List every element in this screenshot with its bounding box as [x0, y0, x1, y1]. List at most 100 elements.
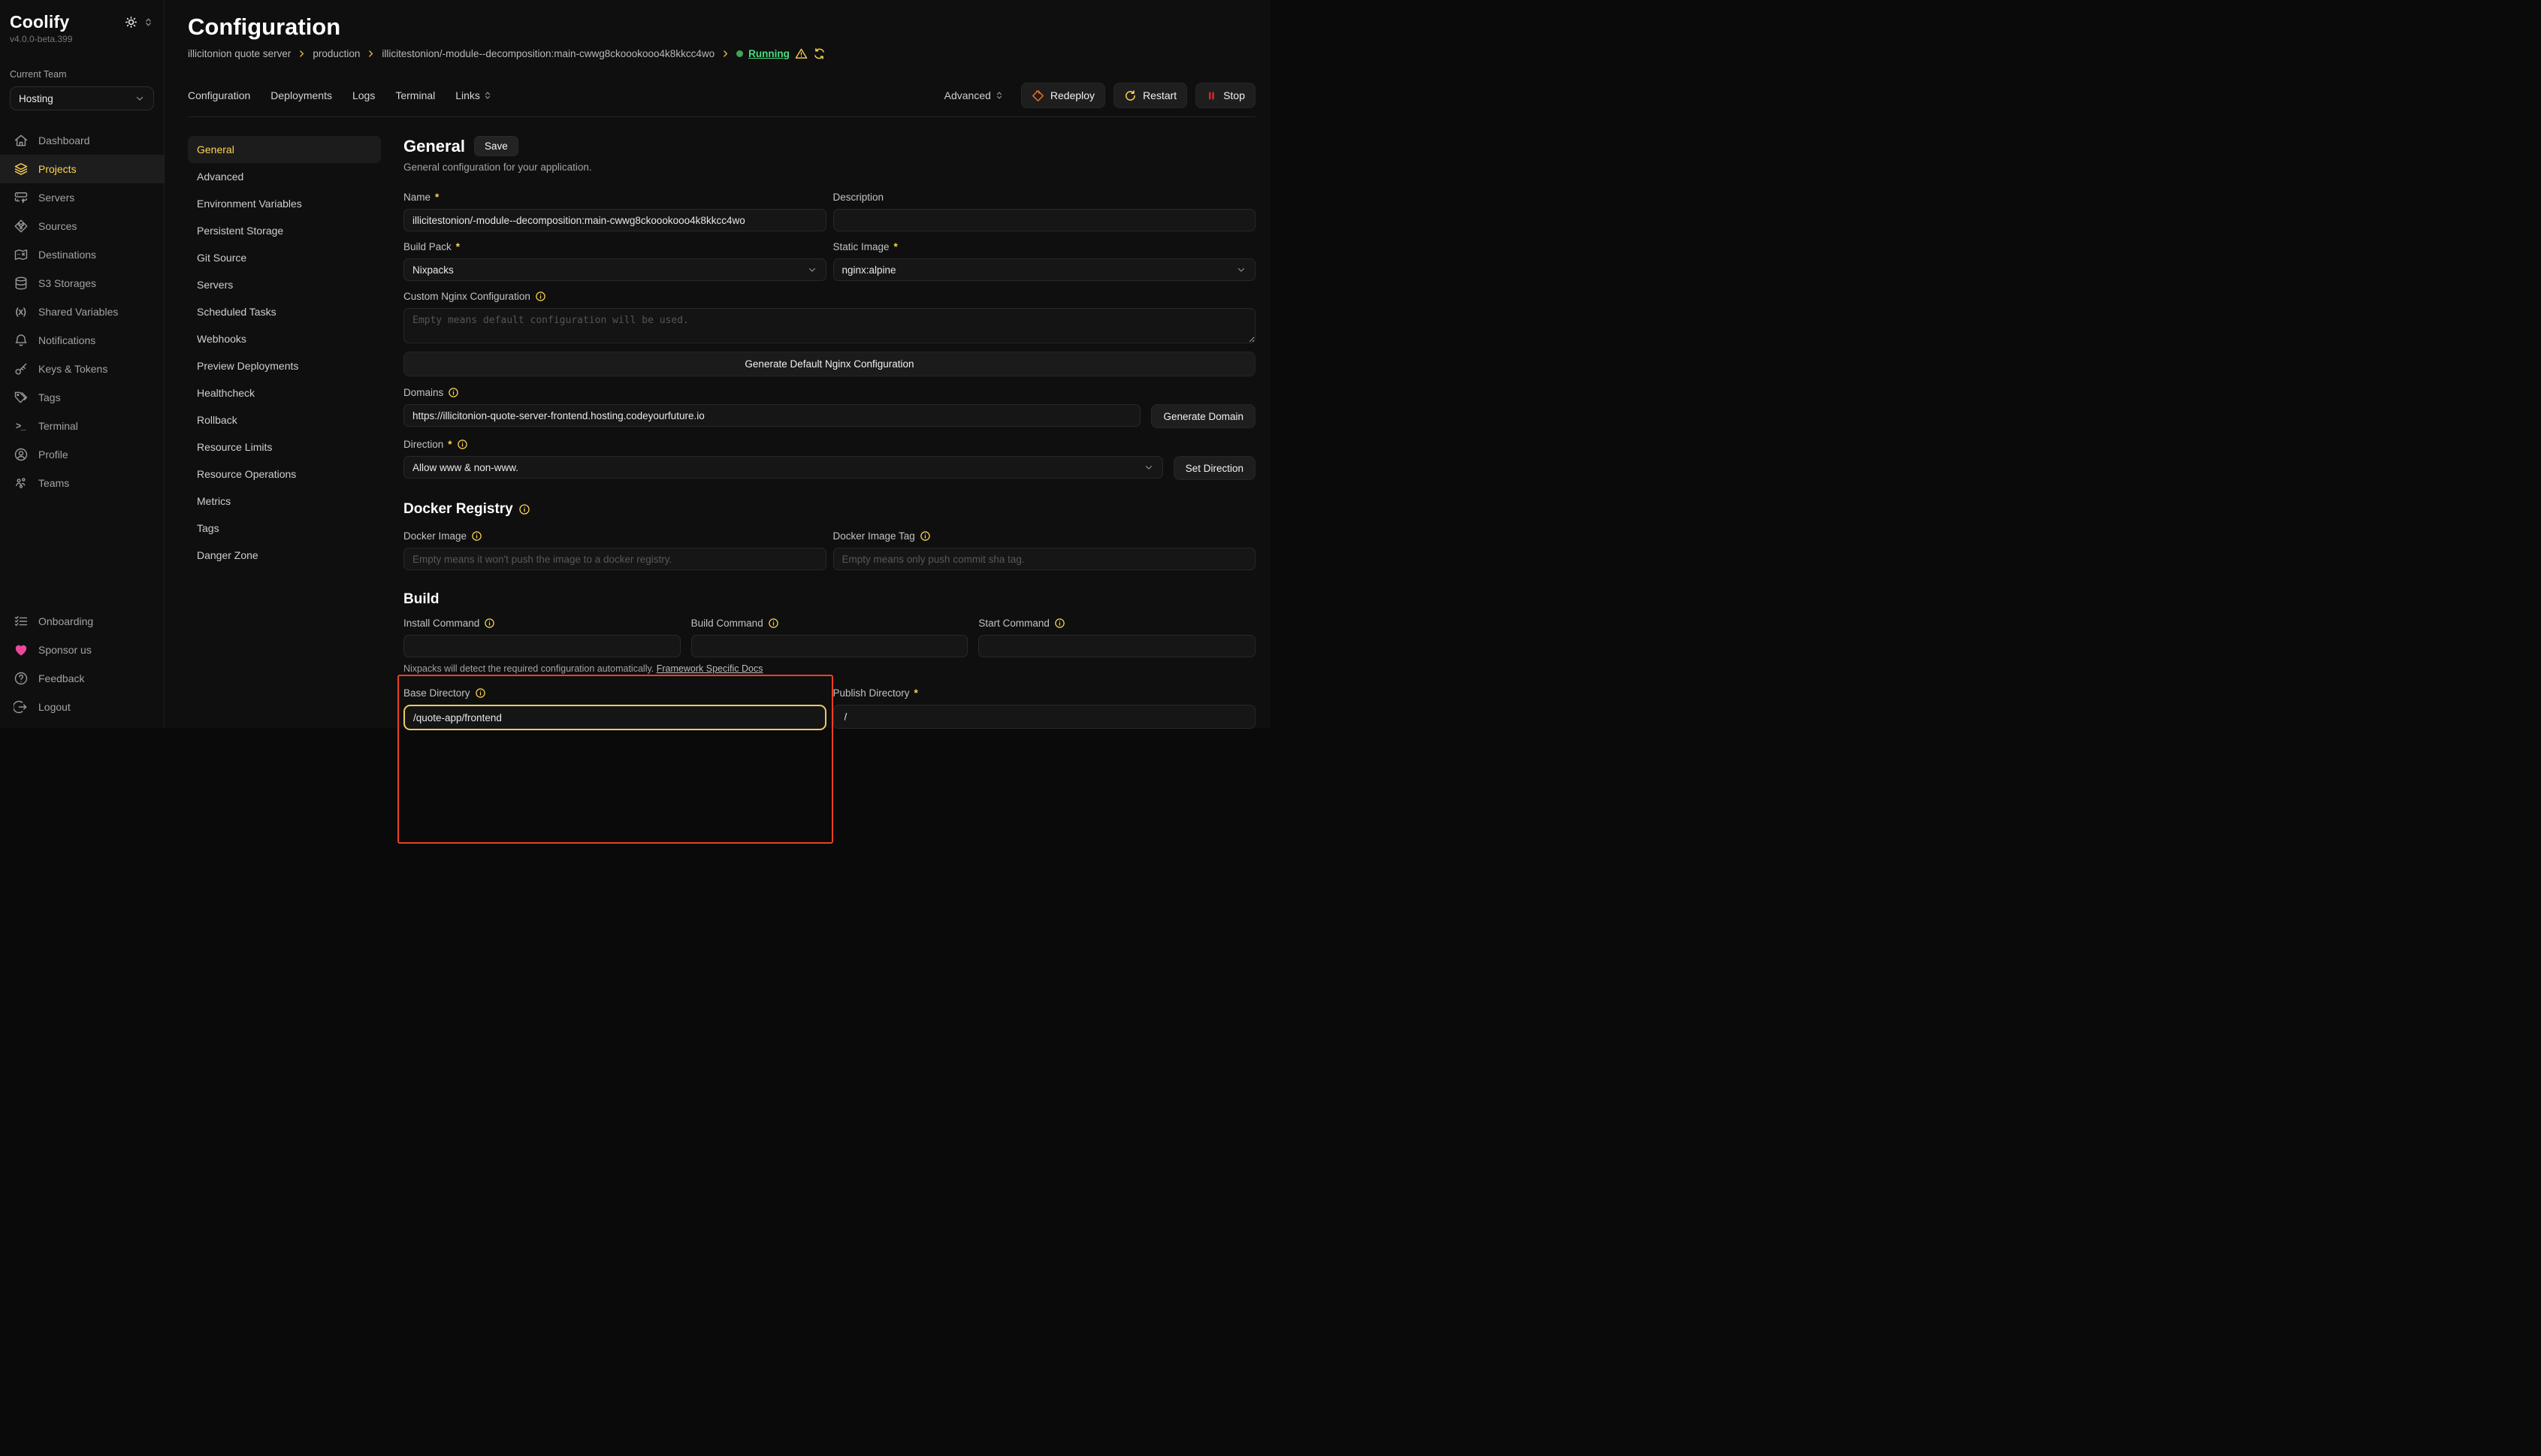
info-icon[interactable] — [518, 503, 530, 515]
sidebar-item-tags[interactable]: Tags — [0, 383, 164, 412]
build-pack-select[interactable]: Nixpacks — [403, 258, 826, 281]
start-command-input[interactable] — [978, 635, 1255, 657]
info-icon[interactable] — [448, 387, 459, 398]
subnav-item-resource-operations[interactable]: Resource Operations — [188, 461, 381, 488]
advanced-toggle[interactable]: Advanced — [944, 89, 1004, 101]
sidebar-item-logout[interactable]: Logout — [0, 693, 164, 721]
sidebar-item-label: Shared Variables — [38, 306, 118, 318]
custom-nginx-textarea[interactable] — [403, 308, 1255, 343]
subnav-item-persistent-storage[interactable]: Persistent Storage — [188, 217, 381, 244]
subnav-item-servers[interactable]: Servers — [188, 271, 381, 298]
install-command-field-block: Install Command — [403, 617, 681, 657]
sidebar-item-terminal[interactable]: >_ Terminal — [0, 412, 164, 440]
info-icon[interactable] — [457, 439, 468, 450]
sidebar-item-feedback[interactable]: Feedback — [0, 664, 164, 693]
info-icon[interactable] — [471, 530, 482, 542]
subnav-item-tags[interactable]: Tags — [188, 515, 381, 542]
docker-image-label: Docker Image — [403, 530, 467, 542]
sidebar-item-keys-tokens[interactable]: Keys & Tokens — [0, 355, 164, 383]
subnav-item-metrics[interactable]: Metrics — [188, 488, 381, 515]
subnav-item-general[interactable]: General — [188, 136, 381, 163]
redeploy-button[interactable]: Redeploy — [1021, 83, 1105, 108]
theme-toggle-sun-icon[interactable] — [125, 16, 137, 29]
theme-select-chevrons-icon[interactable] — [144, 17, 153, 28]
docker-image-tag-label: Docker Image Tag — [833, 530, 915, 542]
team-select[interactable]: Hosting — [10, 86, 154, 110]
restart-button[interactable]: Restart — [1113, 83, 1187, 108]
build-command-field-block: Build Command — [691, 617, 968, 657]
breadcrumb-application[interactable]: illicitestonion/-module--decomposition:m… — [382, 48, 715, 59]
info-icon[interactable] — [1054, 618, 1065, 629]
terminal-icon: >_ — [13, 418, 29, 434]
sidebar-item-onboarding[interactable]: Onboarding — [0, 607, 164, 636]
description-input[interactable] — [833, 209, 1256, 231]
subnav-item-preview-deployments[interactable]: Preview Deployments — [188, 352, 381, 379]
static-image-select[interactable]: nginx:alpine — [833, 258, 1256, 281]
sidebar-item-destinations[interactable]: Destinations — [0, 240, 164, 269]
restart-icon — [1124, 89, 1137, 102]
stop-pause-icon — [1206, 90, 1217, 101]
main-area: Configuration illicitonion quote server … — [165, 0, 1270, 728]
required-mark: * — [448, 439, 452, 450]
stop-button[interactable]: Stop — [1195, 83, 1255, 108]
sidebar-item-projects[interactable]: Projects — [0, 155, 164, 183]
subnav-item-resource-limits[interactable]: Resource Limits — [188, 433, 381, 461]
docker-image-input[interactable] — [403, 548, 826, 570]
subnav-item-environment-variables[interactable]: Environment Variables — [188, 190, 381, 217]
install-command-input[interactable] — [403, 635, 681, 657]
info-icon[interactable] — [475, 687, 486, 699]
warning-triangle-icon[interactable] — [795, 47, 808, 60]
build-command-input[interactable] — [691, 635, 968, 657]
static-image-label: Static Image — [833, 241, 890, 252]
status-running-link[interactable]: Running — [748, 48, 790, 59]
tab-deployments[interactable]: Deployments — [270, 89, 332, 101]
info-icon[interactable] — [768, 618, 779, 629]
sidebar-item-notifications[interactable]: Notifications — [0, 326, 164, 355]
generate-nginx-button[interactable]: Generate Default Nginx Configuration — [403, 352, 1255, 376]
git-source-icon — [13, 219, 29, 234]
domains-label: Domains — [403, 387, 443, 398]
tab-logs[interactable]: Logs — [352, 89, 375, 101]
publish-directory-input[interactable] — [833, 705, 1256, 729]
sidebar-item-sponsor-us[interactable]: Sponsor us — [0, 636, 164, 664]
tab-links[interactable]: Links — [455, 89, 492, 101]
name-input[interactable] — [403, 209, 826, 231]
sidebar-item-teams[interactable]: Teams — [0, 469, 164, 497]
description-field-block: Description — [833, 191, 1256, 231]
info-icon[interactable] — [535, 291, 546, 302]
subnav-item-advanced[interactable]: Advanced — [188, 163, 381, 190]
team-select-value: Hosting — [19, 93, 53, 104]
sidebar-item-servers[interactable]: Servers — [0, 183, 164, 212]
info-icon[interactable] — [484, 618, 495, 629]
sidebar-item-s3-storages[interactable]: S3 Storages — [0, 269, 164, 298]
save-button[interactable]: Save — [474, 136, 518, 156]
domains-input[interactable] — [403, 404, 1141, 427]
user-circle-icon — [13, 447, 29, 463]
tab-terminal[interactable]: Terminal — [395, 89, 435, 101]
subnav-item-scheduled-tasks[interactable]: Scheduled Tasks — [188, 298, 381, 325]
generate-domain-button[interactable]: Generate Domain — [1151, 404, 1255, 428]
base-directory-input[interactable] — [403, 705, 826, 730]
framework-docs-link[interactable]: Framework Specific Docs — [657, 663, 763, 674]
set-direction-button[interactable]: Set Direction — [1174, 456, 1255, 480]
subnav-item-danger-zone[interactable]: Danger Zone — [188, 542, 381, 569]
subnav-item-webhooks[interactable]: Webhooks — [188, 325, 381, 352]
tab-configuration[interactable]: Configuration — [188, 89, 250, 101]
subnav-item-rollback[interactable]: Rollback — [188, 406, 381, 433]
build-command-label: Build Command — [691, 618, 763, 629]
database-icon — [13, 276, 29, 292]
subnav-item-healthcheck[interactable]: Healthcheck — [188, 379, 381, 406]
sidebar-item-shared-variables[interactable]: (x) Shared Variables — [0, 298, 164, 326]
info-icon[interactable] — [920, 530, 931, 542]
sidebar-item-label: Servers — [38, 192, 74, 204]
map-icon — [13, 247, 29, 263]
sidebar-item-profile[interactable]: Profile — [0, 440, 164, 469]
direction-select[interactable]: Allow www & non-www. — [403, 456, 1163, 479]
subnav-item-git-source[interactable]: Git Source — [188, 244, 381, 271]
docker-image-tag-input[interactable] — [833, 548, 1256, 570]
sidebar-item-sources[interactable]: Sources — [0, 212, 164, 240]
refresh-icon[interactable] — [813, 47, 826, 60]
sidebar-item-dashboard[interactable]: Dashboard — [0, 126, 164, 155]
breadcrumb-environment[interactable]: production — [313, 48, 360, 59]
breadcrumb-project[interactable]: illicitonion quote server — [188, 48, 291, 59]
